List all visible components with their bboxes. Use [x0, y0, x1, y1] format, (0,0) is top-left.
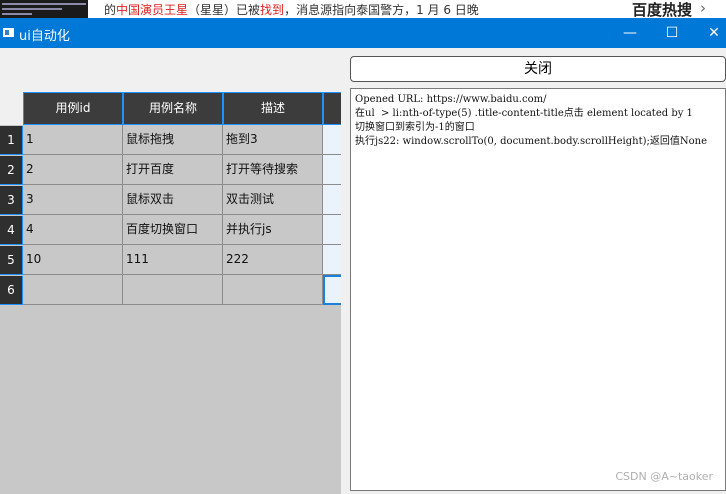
table-cell[interactable]	[323, 245, 341, 275]
column-header-desc[interactable]: 描述	[223, 92, 323, 125]
maximize-button[interactable]: ☐	[657, 22, 687, 44]
log-line: 切换窗口到索引为-1的窗口	[355, 122, 475, 133]
row-header[interactable]: 1	[0, 126, 23, 155]
table-cell-selected[interactable]	[323, 275, 341, 305]
baidu-hot-label: 百度热搜	[632, 1, 693, 18]
table-cell[interactable]: 2	[23, 155, 123, 185]
background-thumbnail	[0, 0, 88, 18]
window-client-area: 用例id 用例名称 描述 1 1 鼠标拖拽 拖到3 2 2 打开百度 打开等待搜…	[0, 48, 726, 494]
table-cell[interactable]	[223, 275, 323, 305]
chevron-right-icon: ›	[700, 0, 706, 17]
csdn-watermark: CSDN @A~taoker	[615, 470, 713, 483]
table-cell[interactable]: 打开百度	[123, 155, 223, 185]
row-header[interactable]: 6	[0, 276, 23, 305]
row-header[interactable]: 2	[0, 156, 23, 185]
table-cell[interactable]: 4	[23, 215, 123, 245]
background-browser-strip: 的中国演员王星（星星）已被找到，消息源指向泰国警方，1 月 6 日晚 百度热搜 …	[0, 0, 726, 18]
table-cell[interactable]: 双击测试	[223, 185, 323, 215]
log-line: Opened URL: https://www.baidu.com/	[355, 94, 547, 105]
table-cell[interactable]: 3	[23, 185, 123, 215]
table-cell[interactable]: 222	[223, 245, 323, 275]
table-cell[interactable]	[123, 275, 223, 305]
column-header-name[interactable]: 用例名称	[123, 92, 223, 125]
table-cell[interactable]	[323, 125, 341, 155]
table-cell[interactable]: 并执行js	[223, 215, 323, 245]
table-corner[interactable]	[0, 92, 23, 125]
window-title: ui自动化	[19, 29, 70, 44]
app-icon	[3, 28, 14, 37]
table-cell[interactable]: 打开等待搜索	[223, 155, 323, 185]
column-header-id[interactable]: 用例id	[23, 92, 123, 125]
table-cell[interactable]: 百度切换窗口	[123, 215, 223, 245]
table-cell[interactable]: 拖到3	[223, 125, 323, 155]
window-close-button[interactable]: ✕	[703, 22, 725, 44]
table-cell[interactable]: 鼠标双击	[123, 185, 223, 215]
table-cell[interactable]: 1	[23, 125, 123, 155]
table-cell[interactable]: 10	[23, 245, 123, 275]
minimize-button[interactable]: —	[615, 22, 645, 44]
table-cell[interactable]	[323, 215, 341, 245]
table-cell[interactable]	[23, 275, 123, 305]
log-line: 在ul > li:nth-of-type(5) .title-content-t…	[355, 108, 693, 119]
column-header-extra[interactable]	[323, 92, 341, 125]
log-output[interactable]: Opened URL: https://www.baidu.com/ 在ul >…	[350, 88, 726, 491]
row-header[interactable]: 5	[0, 246, 23, 275]
row-header[interactable]: 4	[0, 216, 23, 245]
row-header[interactable]: 3	[0, 186, 23, 215]
window-titlebar[interactable]: ui自动化 — ☐ ✕	[0, 18, 726, 48]
table-cell[interactable]: 鼠标拖拽	[123, 125, 223, 155]
close-button[interactable]: 关闭	[350, 56, 726, 82]
testcase-table[interactable]: 用例id 用例名称 描述 1 1 鼠标拖拽 拖到3 2 2 打开百度 打开等待搜…	[0, 92, 341, 494]
table-cell[interactable]	[323, 155, 341, 185]
background-headline: 的中国演员王星（星星）已被找到，消息源指向泰国警方，1 月 6 日晚	[104, 3, 479, 17]
table-cell[interactable]	[323, 185, 341, 215]
table-cell[interactable]: 111	[123, 245, 223, 275]
log-line: 执行js22: window.scrollTo(0, document.body…	[355, 136, 707, 147]
